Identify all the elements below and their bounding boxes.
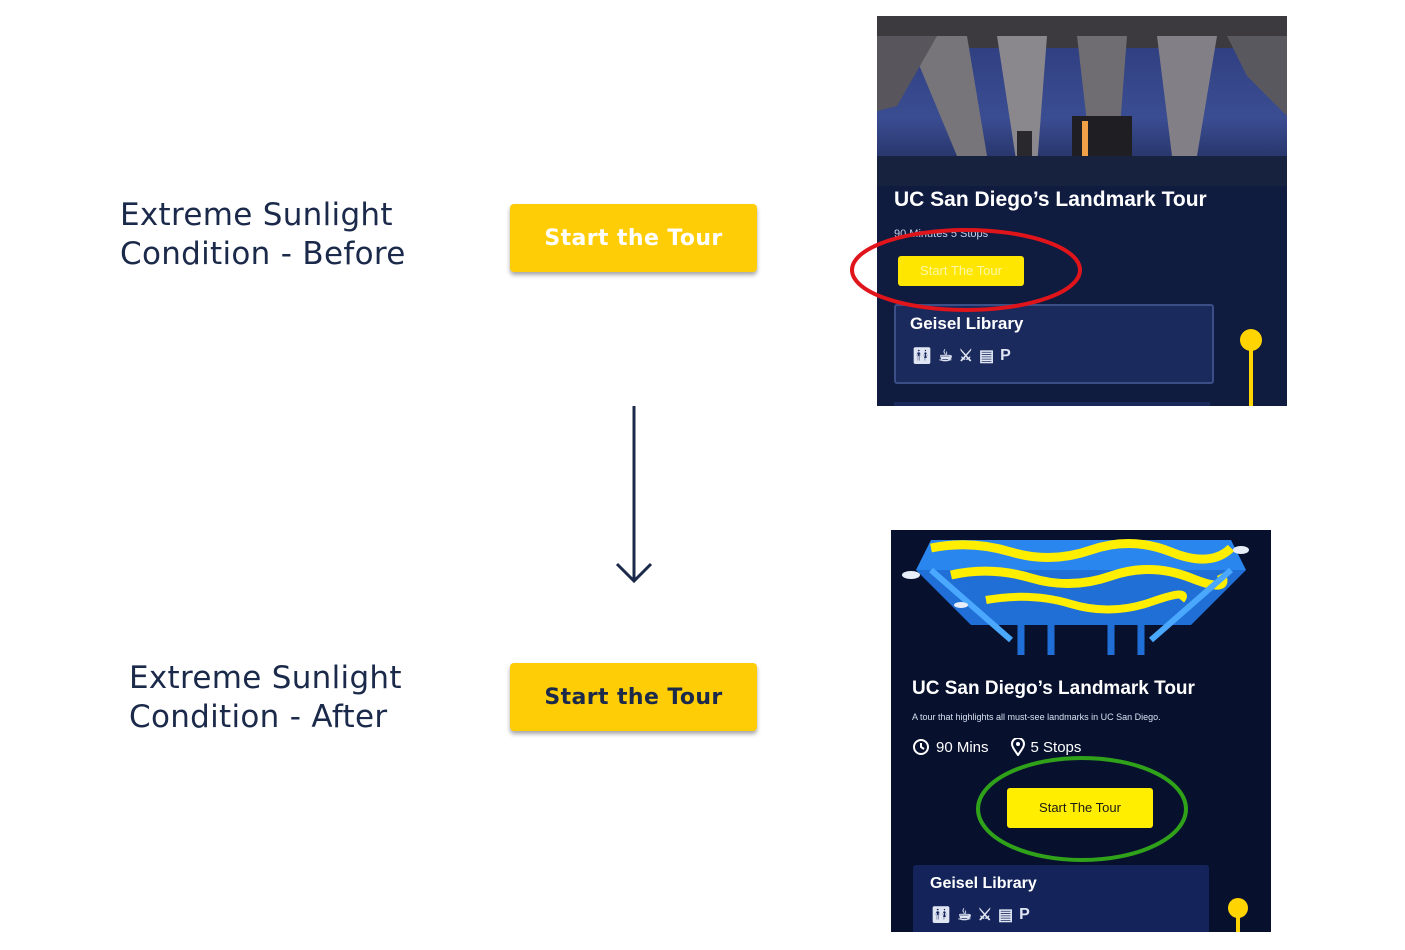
tour-description: A tour that highlights all must-see land…	[912, 712, 1161, 722]
dining-icon: ⚔︎	[958, 348, 973, 365]
parking-icon: P	[1019, 906, 1030, 923]
stops-stat: 5 Stops	[1010, 738, 1082, 756]
duration-stat: 90 Mins	[912, 738, 989, 756]
before-app-screenshot: UC San Diego’s Landmark Tour 90 Minutes …	[877, 16, 1287, 406]
stop-name: Geisel Library	[910, 314, 1024, 333]
tour-title: UC San Diego’s Landmark Tour	[912, 678, 1195, 699]
route-pin-icon	[1240, 329, 1262, 406]
tour-title: UC San Diego’s Landmark Tour	[894, 188, 1207, 211]
stop-card-geisel-library[interactable]: Geisel Library 🚻︎ ☕︎ ⚔︎ ▤ P	[913, 865, 1209, 932]
start-tour-mini-button[interactable]: Start The Tour	[898, 256, 1024, 286]
start-tour-mini-button[interactable]: Start The Tour	[1007, 788, 1153, 828]
shop-icon: ▤	[979, 348, 995, 365]
geisel-library-photo	[877, 16, 1287, 186]
before-caption-line1: Extreme Sunlight	[120, 197, 393, 233]
after-caption-line2: Condition - After	[129, 699, 388, 735]
next-stop-card-edge	[894, 402, 1210, 406]
tour-meta: 90 Minutes 5 Stops	[894, 228, 989, 240]
after-caption-line1: Extreme Sunlight	[129, 660, 402, 696]
shop-icon: ▤	[998, 907, 1014, 924]
after-app-screenshot: UC San Diego’s Landmark Tour A tour that…	[891, 530, 1271, 932]
duration-value: 90 Mins	[936, 738, 989, 756]
tour-stats: 90 Mins 5 Stops	[912, 738, 1081, 756]
amenities-row: 🚻︎ ☕︎ ⚔︎ ▤ P	[912, 346, 1011, 366]
start-tour-button-before[interactable]: Start the Tour	[510, 204, 757, 272]
after-caption: Extreme Sunlight Condition - After	[129, 659, 402, 737]
restroom-icon: 🚻︎	[912, 348, 933, 365]
before-caption: Extreme Sunlight Condition - Before	[120, 196, 406, 274]
start-tour-button-after[interactable]: Start the Tour	[510, 663, 757, 731]
restroom-icon: 🚻︎	[931, 907, 952, 924]
before-caption-line2: Condition - Before	[120, 236, 406, 272]
amenities-row: 🚻︎ ☕︎ ⚔︎ ▤ P	[931, 905, 1030, 925]
stop-card-geisel-library[interactable]: Geisel Library 🚻︎ ☕︎ ⚔︎ ▤ P	[894, 304, 1214, 384]
stop-name: Geisel Library	[930, 875, 1037, 892]
down-arrow-icon	[615, 406, 653, 584]
cafe-icon: ☕︎	[957, 907, 972, 924]
clock-icon	[913, 739, 929, 755]
dining-icon: ⚔︎	[977, 907, 992, 924]
geisel-library-illustration	[891, 530, 1271, 670]
location-pin-icon	[1010, 738, 1025, 756]
parking-icon: P	[1000, 347, 1011, 364]
stops-value: 5 Stops	[1030, 738, 1082, 756]
route-pin-icon	[1228, 898, 1248, 932]
cafe-icon: ☕︎	[938, 348, 953, 365]
